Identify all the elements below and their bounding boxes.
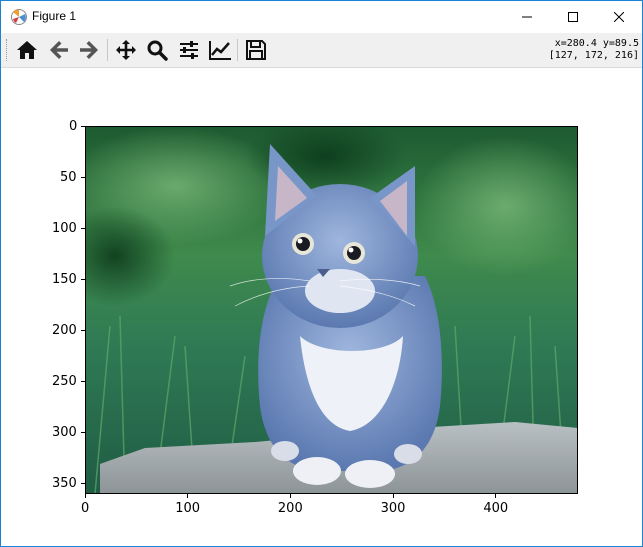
maximize-button[interactable] (550, 1, 596, 33)
edit-axes-icon (209, 41, 231, 60)
figure-window: Figure 1 x=280.4 y=89.5 [127, 172, 216] … (0, 0, 643, 547)
x-tick-mark (495, 494, 497, 498)
toolbar-separator (107, 39, 108, 61)
x-tick-mark (187, 494, 189, 498)
forward-icon (80, 41, 98, 59)
configure-subplots-button[interactable] (176, 37, 202, 63)
y-tick-mark (81, 381, 85, 383)
y-tick-mark (81, 125, 85, 127)
window-title: Figure 1 (32, 9, 77, 23)
y-tick-mark (81, 432, 85, 434)
subplots-icon (180, 41, 198, 59)
y-tick-label: 0 (69, 118, 78, 134)
y-tick-label: 50 (60, 169, 77, 185)
csdn-watermark: CSDN @江苏学蠡信息科技有限公司 (385, 519, 628, 537)
x-tick-label: 0 (81, 501, 90, 516)
zoom-icon (147, 40, 168, 61)
home-button[interactable] (14, 37, 40, 63)
matplotlib-app-icon (11, 9, 27, 25)
cursor-coordinates: x=280.4 y=89.5 (554, 38, 639, 49)
home-icon (17, 41, 37, 59)
close-button[interactable] (596, 1, 642, 33)
x-tick-label: 300 (380, 501, 406, 516)
y-tick-mark (81, 483, 85, 485)
y-tick-mark (81, 227, 85, 229)
y-tick-label: 250 (52, 374, 77, 390)
x-tick-mark (84, 494, 86, 498)
forward-button[interactable] (76, 37, 102, 63)
pixel-value: [127, 172, 216] (548, 50, 639, 61)
y-tick-mark (81, 329, 85, 331)
pan-icon (116, 40, 136, 60)
save-icon (246, 40, 266, 60)
close-icon (614, 12, 624, 22)
coordinate-readout: x=280.4 y=89.5 [127, 172, 216] (549, 38, 639, 62)
edit-axes-button[interactable] (207, 37, 233, 63)
y-tick-label: 300 (52, 425, 77, 441)
kitten-image (85, 126, 578, 494)
x-tick-label: 100 (175, 501, 201, 516)
x-tick-label: 400 (483, 501, 509, 516)
image-display[interactable] (85, 126, 578, 494)
x-tick-label: 200 (277, 501, 303, 516)
toolbar-grip[interactable] (6, 39, 9, 61)
zoom-button[interactable] (144, 37, 170, 63)
back-button[interactable] (46, 37, 72, 63)
y-tick-mark (81, 176, 85, 178)
figure-canvas[interactable]: 0 100 200 300 400 0 50 100 150 200 250 300 350 CSDN … (1, 68, 642, 546)
toolbar-separator (237, 39, 238, 61)
y-tick-label: 350 (52, 476, 77, 492)
x-tick-mark (289, 494, 291, 498)
y-tick-mark (81, 278, 85, 280)
maximize-icon (568, 12, 578, 22)
pan-button[interactable] (113, 37, 139, 63)
back-icon (50, 41, 68, 59)
y-tick-label: 200 (52, 322, 77, 338)
y-tick-label: 100 (52, 220, 77, 236)
navigation-toolbar (1, 33, 642, 68)
save-button[interactable] (243, 37, 269, 63)
minimize-button[interactable] (504, 1, 550, 33)
minimize-icon (522, 16, 532, 18)
x-tick-mark (392, 494, 394, 498)
title-bar[interactable]: Figure 1 (1, 1, 642, 33)
y-tick-label: 150 (52, 271, 77, 287)
